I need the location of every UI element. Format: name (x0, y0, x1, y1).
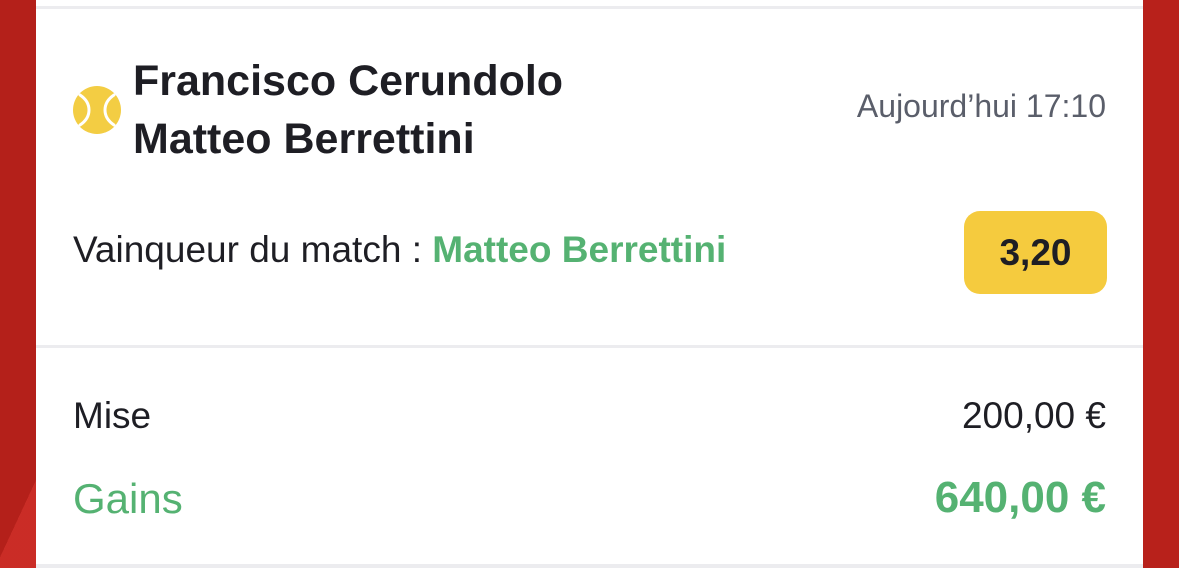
player-1-name: Francisco Cerundolo (133, 57, 564, 105)
bet-card: Francisco Cerundolo Matteo Berrettini Au… (36, 0, 1143, 568)
bet-market-line: Vainqueur du match : Matteo Berrettini (73, 231, 726, 268)
player-2-name: Matteo Berrettini (133, 115, 475, 163)
bet-market-label: Vainqueur du match : (73, 229, 433, 270)
match-time: Aujourd’hui 17:10 (856, 88, 1106, 124)
winnings-label: Gains (73, 475, 183, 522)
winnings-value: 640,00 € (934, 473, 1106, 522)
stake-value: 200,00 € (961, 395, 1106, 436)
tennis-ball-icon (73, 86, 121, 134)
section-divider (36, 345, 1143, 348)
top-divider (36, 6, 1143, 9)
bet-selection: Matteo Berrettini (432, 229, 727, 270)
stake-label: Mise (73, 395, 152, 436)
odds-badge: 3,20 (964, 211, 1107, 294)
bottom-divider (36, 564, 1143, 568)
